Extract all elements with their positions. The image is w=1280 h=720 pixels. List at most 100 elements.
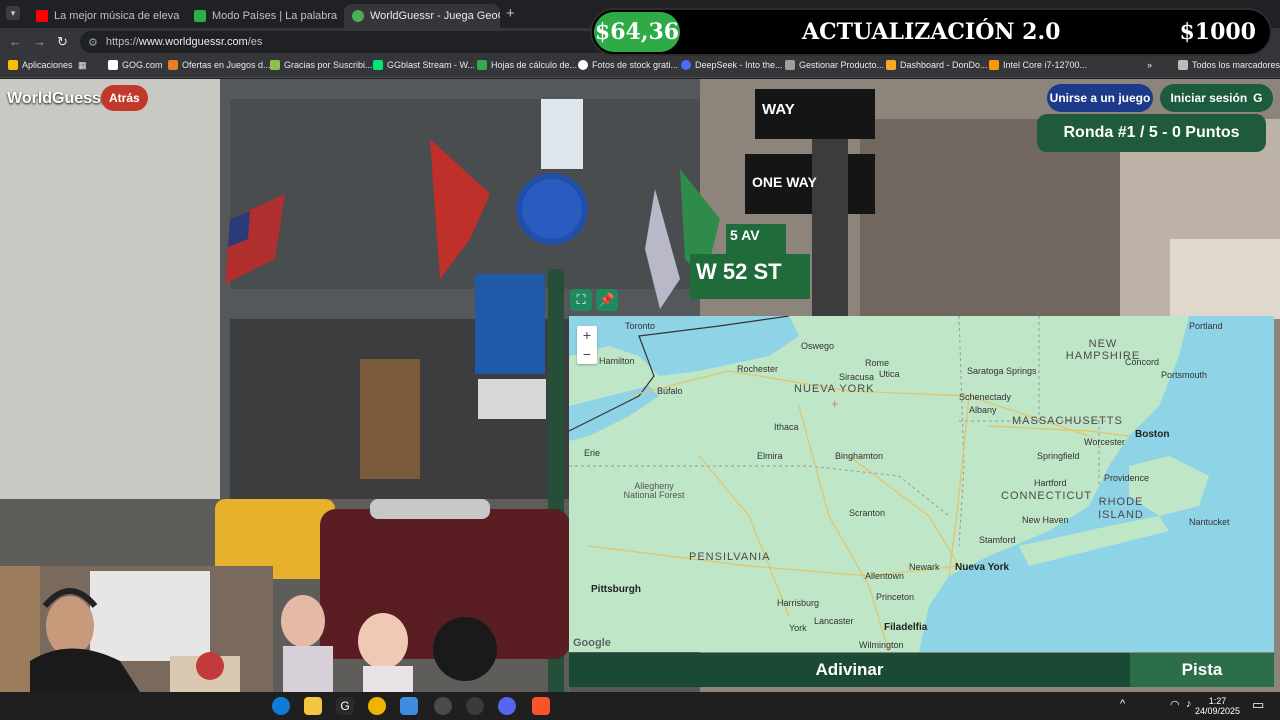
bookmark-all[interactable]: Todos los marcadores — [1178, 60, 1280, 70]
bookmark-ofertas[interactable]: Ofertas en Juegos d... — [168, 60, 271, 70]
banner-title: ACTUALIZACIÓN 2.0 — [802, 19, 1061, 45]
login-button[interactable]: Iniciar sesión G — [1160, 84, 1273, 112]
deepseek-icon — [681, 60, 691, 70]
obs-icon[interactable] — [466, 697, 484, 715]
app-icon[interactable]: G — [336, 697, 354, 715]
bookmark-intel[interactable]: Intel Core i7-12700... — [989, 60, 1087, 70]
city-label: Búfalo — [657, 386, 683, 396]
reload-icon[interactable]: ↻ — [57, 34, 68, 50]
bookmark-label: GOG.com — [122, 60, 163, 70]
forward-arrow-icon[interactable]: → — [33, 34, 46, 49]
bookmark-grid[interactable]: ▦ — [78, 60, 87, 71]
forest-label: Allegheny National Forest — [623, 481, 685, 500]
one-way-sign-text: ONE WAY — [752, 174, 817, 190]
sheets-icon — [477, 60, 487, 70]
wifi-icon[interactable]: ◠ — [1170, 698, 1180, 711]
expand-map-icon[interactable]: ⛶ — [570, 289, 592, 311]
city-label: Elmira — [757, 451, 783, 461]
chrome-active-icon[interactable] — [434, 697, 452, 715]
city-label: New Haven — [1022, 515, 1069, 525]
google-icon: G — [1253, 91, 1263, 105]
map-zoom-control: + − — [577, 326, 597, 364]
city-label: Worcester — [1084, 437, 1125, 447]
tab-worldguessr[interactable]: WorldGuessr - Juega GeoGuess ✕ — [344, 4, 500, 28]
city-label: Oswego — [801, 341, 835, 351]
folder-icon — [886, 60, 896, 70]
hint-button[interactable]: Pista — [1130, 653, 1274, 687]
bookmarks-overflow-icon[interactable]: » — [1147, 60, 1152, 70]
volume-icon[interactable]: ♪ — [1186, 698, 1192, 710]
state-label: NUEVA YORK — [794, 383, 875, 395]
bookmark-apps[interactable]: Aplicaciones — [8, 60, 73, 70]
state-label: NEW HAMPSHIRE — [1065, 338, 1141, 362]
city-label: Nueva York — [955, 562, 1010, 573]
bookmarks-bar: Aplicaciones ▦ GOG.com Ofertas en Juegos… — [0, 56, 1280, 78]
city-label: Boston — [1135, 429, 1170, 440]
worldguessr-logo[interactable]: WorldGuessr — [7, 90, 107, 108]
city-label: Rome — [865, 358, 890, 368]
tab-search-icon[interactable]: ▾ — [6, 6, 20, 20]
city-label: Siracusa — [839, 372, 875, 382]
city-label: Utica — [879, 369, 900, 379]
bookmark-fotos[interactable]: Fotos de stock grati... — [578, 60, 678, 70]
city-label: Nantucket — [1189, 517, 1230, 527]
city-label: Wilmington — [859, 640, 904, 650]
tab-title: Modo Países | La palabra del dí — [212, 10, 338, 22]
round-score-badge: Ronda #1 / 5 - 0 Puntos — [1037, 114, 1266, 152]
pexels-icon — [578, 60, 588, 70]
chrome-icon[interactable] — [368, 697, 386, 715]
system-clock[interactable]: 1:27 24/09/2025 — [1195, 696, 1240, 716]
street-blur-area — [273, 566, 569, 692]
city-label: Scranton — [849, 508, 886, 518]
bookmark-label: Todos los marcadores — [1192, 60, 1280, 70]
app-icon[interactable] — [400, 697, 418, 715]
city-label: Lancaster — [814, 616, 854, 626]
pin-map-icon[interactable]: 📌 — [596, 289, 618, 311]
new-tab-button[interactable]: + — [506, 5, 515, 22]
discord-icon[interactable] — [498, 697, 516, 715]
folder-icon — [1178, 60, 1188, 70]
bookmark-ggblast[interactable]: GGblast Stream - W... — [373, 60, 475, 70]
bookmark-sheets[interactable]: Hojas de cálculo de... — [477, 60, 577, 70]
bookmark-label: Fotos de stock grati... — [592, 60, 679, 70]
city-label: Rochester — [737, 364, 779, 374]
state-label: MASSACHUSETTS — [1012, 415, 1123, 427]
tab-music[interactable]: La mejor música de elevac ✕ — [28, 4, 180, 28]
bookmark-dashboard[interactable]: Dashboard - DonDo... — [886, 60, 988, 70]
windows-taskbar: G ^ ◠ ♪ 1:27 24/09/2025 ▭ — [0, 692, 1280, 720]
brave-icon[interactable] — [532, 697, 550, 715]
apps-icon — [8, 60, 18, 70]
bookmark-gestionar[interactable]: Gestionar Producto... — [785, 60, 884, 70]
bookmark-gog[interactable]: GOG.com — [108, 60, 163, 70]
edge-icon[interactable] — [272, 697, 290, 715]
state-label: RHODE ISLAND — [1098, 496, 1144, 521]
back-arrow-icon[interactable]: ← — [9, 34, 22, 49]
back-button[interactable]: Atrás — [101, 85, 148, 111]
bookmark-deepseek[interactable]: DeepSeek - Into the... — [681, 60, 783, 70]
site-icon — [270, 60, 280, 70]
join-game-button[interactable]: Unirse a un juego — [1047, 84, 1153, 112]
stream-banner: $64,36 ACTUALIZACIÓN 2.0 $1000 — [590, 8, 1272, 56]
site-info-icon[interactable]: ⚙ — [88, 36, 98, 49]
login-label: Iniciar sesión — [1170, 91, 1248, 105]
tray-chevron-icon[interactable]: ^ — [1120, 698, 1125, 710]
city-label: Toronto — [625, 321, 656, 331]
banner-left-amount: $64,36 — [594, 12, 680, 52]
city-label: York — [789, 623, 807, 633]
file-explorer-icon[interactable] — [304, 697, 322, 715]
zoom-out-button[interactable]: − — [577, 345, 597, 364]
city-label: Pittsburgh — [591, 584, 641, 595]
site-icon — [989, 60, 999, 70]
bookmark-gracias[interactable]: Gracias por Suscribi... — [270, 60, 373, 70]
bookmark-label: Aplicaciones — [22, 60, 73, 70]
bookmark-label: GGblast Stream - W... — [387, 60, 476, 70]
guess-button[interactable]: Adivinar — [569, 653, 1130, 687]
grid-icon: ▦ — [78, 60, 87, 70]
zoom-in-button[interactable]: + — [577, 326, 597, 345]
city-label: Schenectady — [959, 392, 1012, 402]
guess-map[interactable]: Toronto Hamilton Búfalo Rochester Oswego… — [569, 316, 1274, 652]
bookmark-label: Gracias por Suscribi... — [284, 60, 373, 70]
notification-icon[interactable]: ▭ — [1252, 697, 1264, 713]
tab-modo-paises[interactable]: Modo Países | La palabra del dí ✕ — [186, 4, 338, 28]
city-label: Stamford — [979, 535, 1016, 545]
